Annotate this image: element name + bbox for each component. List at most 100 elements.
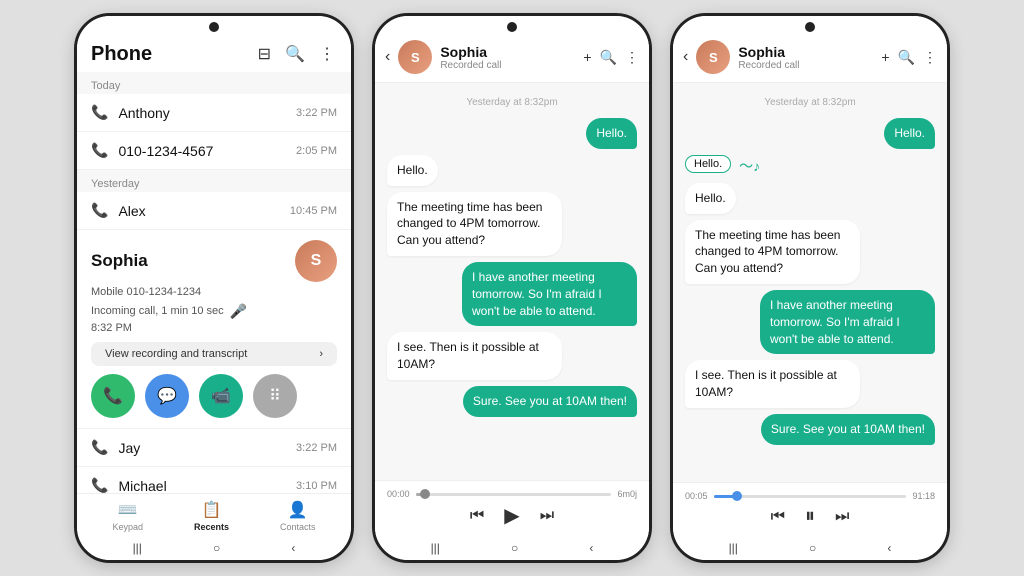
player-end-3: 91:18 bbox=[912, 491, 935, 501]
home-gesture-2: ○ bbox=[511, 541, 518, 555]
recents-gesture-2: ||| bbox=[431, 541, 440, 555]
call-item-anthony[interactable]: 📞 Anthony 3:22 PM bbox=[77, 94, 351, 132]
chat-info-2: Sophia Recorded call bbox=[440, 44, 575, 71]
phone2-notch bbox=[375, 16, 649, 32]
phone-1: Phone ⊟ 🔍 ⋮ Today 📞 Anthony 3:22 PM 📞 01… bbox=[74, 13, 354, 563]
sophia-action-buttons: 📞 💬 📹 ⠿ bbox=[91, 374, 337, 418]
notch-dot-3 bbox=[805, 22, 815, 32]
call-name-alex: Alex bbox=[118, 203, 279, 219]
chat-avatar-3: S bbox=[696, 40, 730, 74]
call-name-jay: Jay bbox=[118, 440, 286, 456]
rewind-button-2[interactable]: ⏮ bbox=[470, 507, 484, 525]
msg-2-0: Hello. bbox=[586, 118, 637, 149]
phone1-screen: Phone ⊟ 🔍 ⋮ Today 📞 Anthony 3:22 PM 📞 01… bbox=[77, 32, 351, 493]
chat-header-icons-2: + 🔍 ⋮ bbox=[583, 49, 639, 66]
rewind-button-3[interactable]: ⏮ bbox=[771, 508, 785, 526]
chat-avatar-2: S bbox=[398, 40, 432, 74]
forward-button-3[interactable]: ⏭ bbox=[835, 508, 849, 526]
player-controls-2: ⏮ ▶ ⏭ bbox=[387, 503, 637, 528]
forward-button-2[interactable]: ⏭ bbox=[540, 507, 554, 525]
play-button-2[interactable]: ▶ bbox=[504, 503, 519, 528]
sophia-detail-row: Incoming call, 1 min 10 sec 🎤 bbox=[91, 303, 337, 320]
recents-label: Recents bbox=[194, 522, 229, 532]
back-gesture: ‹ bbox=[291, 541, 295, 555]
recents-gesture: ||| bbox=[133, 541, 142, 555]
more-button[interactable]: ⠿ bbox=[253, 374, 297, 418]
call-item-number[interactable]: 📞 010-1234-4567 2:05 PM bbox=[77, 132, 351, 170]
mic-icon: 🎤 bbox=[230, 303, 247, 320]
call-name-number: 010-1234-4567 bbox=[118, 143, 286, 159]
progress-bar-3[interactable] bbox=[714, 495, 907, 498]
chat-subtitle-3: Recorded call bbox=[738, 60, 873, 71]
word-highlight[interactable]: Hello. bbox=[685, 155, 731, 173]
gesture-bar-1: ||| ○ ‹ bbox=[77, 536, 351, 560]
nav-contacts[interactable]: 👤 Contacts bbox=[280, 500, 316, 532]
add-icon-3[interactable]: + bbox=[881, 49, 889, 65]
chat-header-3: ‹ S Sophia Recorded call + 🔍 ⋮ bbox=[673, 32, 947, 83]
phone-2: ‹ S Sophia Recorded call + 🔍 ⋮ Yesterday… bbox=[372, 13, 652, 563]
home-gesture: ○ bbox=[213, 541, 220, 555]
call-item-alex[interactable]: 📞 Alex 10:45 PM bbox=[77, 192, 351, 230]
chat-player-2: 00:00 6m0j ⏮ ▶ ⏭ bbox=[375, 480, 649, 536]
chat-messages-2: Yesterday at 8:32pm Hello. Hello. The me… bbox=[375, 83, 649, 480]
call-button[interactable]: 📞 bbox=[91, 374, 135, 418]
notch-dot bbox=[209, 22, 219, 32]
call-icon-number: 📞 bbox=[91, 142, 108, 159]
more-icon[interactable]: ⋮ bbox=[317, 42, 337, 66]
add-icon-2[interactable]: + bbox=[583, 49, 591, 65]
filter-icon[interactable]: ⊟ bbox=[256, 42, 273, 66]
more-icon-3[interactable]: ⋮ bbox=[923, 49, 937, 66]
contacts-label: Contacts bbox=[280, 522, 316, 532]
pause-button-3[interactable]: ⏸ bbox=[805, 505, 815, 528]
view-recording[interactable]: View recording and transcript › bbox=[91, 342, 337, 366]
call-item-michael[interactable]: 📞 Michael 3:10 PM bbox=[77, 467, 351, 493]
back-gesture-3: ‹ bbox=[887, 541, 891, 555]
msg-3-2: The meeting time has been changed to 4PM… bbox=[685, 220, 860, 284]
phone-3: ‹ S Sophia Recorded call + 🔍 ⋮ Yesterday… bbox=[670, 13, 950, 563]
msg-3-4: I see. Then is it possible at 10AM? bbox=[685, 360, 860, 408]
search-icon-3[interactable]: 🔍 bbox=[898, 49, 915, 66]
back-button-2[interactable]: ‹ bbox=[385, 48, 390, 66]
keypad-icon: ⌨️ bbox=[118, 500, 138, 520]
call-icon-alex: 📞 bbox=[91, 202, 108, 219]
timestamp-3: Yesterday at 8:32pm bbox=[685, 97, 935, 108]
msg-2-4: I see. Then is it possible at 10AM? bbox=[387, 332, 562, 380]
bottom-nav: ⌨️ Keypad 📋 Recents 👤 Contacts bbox=[77, 493, 351, 536]
call-time-jay: 3:22 PM bbox=[296, 442, 337, 454]
view-recording-text: View recording and transcript bbox=[105, 348, 247, 360]
nav-keypad[interactable]: ⌨️ Keypad bbox=[112, 500, 143, 532]
call-icon-jay: 📞 bbox=[91, 439, 108, 456]
msg-2-2: The meeting time has been changed to 4PM… bbox=[387, 192, 562, 256]
call-time-michael: 3:10 PM bbox=[296, 480, 337, 492]
chat-player-3: 00:05 91:18 ⏮ ⏸ ⏭ bbox=[673, 482, 947, 536]
progress-bar-2[interactable] bbox=[416, 493, 612, 496]
msg-3-1: Hello. bbox=[685, 183, 736, 214]
msg-2-1: Hello. bbox=[387, 155, 438, 186]
msg-3-0: Hello. bbox=[884, 118, 935, 149]
call-name-anthony: Anthony bbox=[118, 105, 286, 121]
more-icon-2[interactable]: ⋮ bbox=[625, 49, 639, 66]
video-button[interactable]: 📹 bbox=[199, 374, 243, 418]
nav-recents[interactable]: 📋 Recents bbox=[194, 500, 229, 532]
arrow-right-icon: › bbox=[319, 348, 323, 360]
sophia-avatar: S bbox=[295, 240, 337, 282]
sophia-expanded: Sophia S Mobile 010-1234-1234 Incoming c… bbox=[77, 230, 351, 429]
progress-dot-3 bbox=[732, 491, 742, 501]
waveform-icon: 〜♪ bbox=[739, 156, 760, 176]
yesterday-label: Yesterday bbox=[77, 170, 351, 192]
back-button-3[interactable]: ‹ bbox=[683, 48, 688, 66]
search-icon-2[interactable]: 🔍 bbox=[600, 49, 617, 66]
gesture-bar-2: ||| ○ ‹ bbox=[375, 536, 649, 560]
call-item-jay[interactable]: 📞 Jay 3:22 PM bbox=[77, 429, 351, 467]
sophia-call-detail: Incoming call, 1 min 10 sec bbox=[91, 303, 224, 320]
sophia-time: 8:32 PM bbox=[91, 320, 337, 337]
search-icon[interactable]: 🔍 bbox=[283, 42, 307, 66]
message-button[interactable]: 💬 bbox=[145, 374, 189, 418]
call-time-alex: 10:45 PM bbox=[290, 205, 337, 217]
today-label: Today bbox=[77, 72, 351, 94]
timestamp-2: Yesterday at 8:32pm bbox=[387, 97, 637, 108]
sophia-top: Sophia S bbox=[91, 240, 337, 282]
player-controls-3: ⏮ ⏸ ⏭ bbox=[685, 505, 935, 528]
phone1-notch bbox=[77, 16, 351, 32]
sophia-mobile: Mobile 010-1234-1234 bbox=[91, 284, 337, 301]
